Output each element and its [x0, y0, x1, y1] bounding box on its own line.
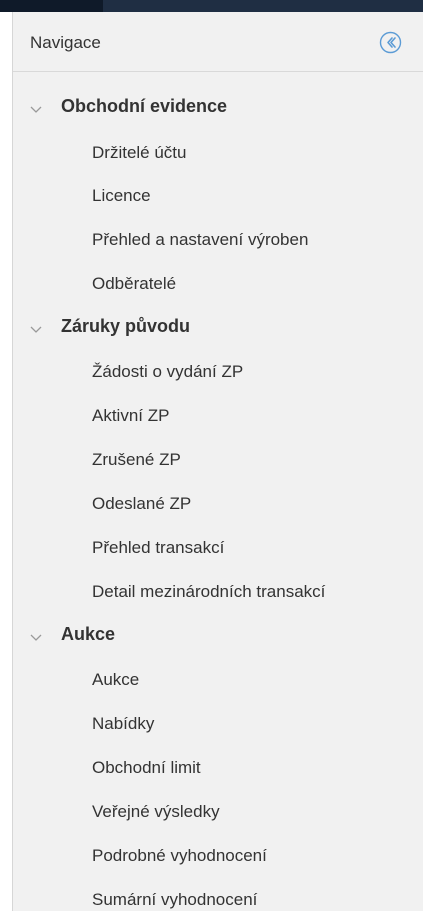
- nav-item-detail-mezinarodnich-transakci[interactable]: Detail mezinárodních transakcí: [92, 582, 325, 602]
- section-zaruky-puvodu[interactable]: Záruky původu: [13, 314, 423, 338]
- nav-item-nabidky[interactable]: Nabídky: [92, 714, 154, 734]
- nav-item-podrobne-vyhodnoceni[interactable]: Podrobné vyhodnocení: [92, 846, 267, 866]
- section-obchodni-evidence[interactable]: Obchodní evidence: [13, 94, 423, 118]
- nav-item-aktivni-zp[interactable]: Aktivní ZP: [92, 406, 169, 426]
- chevron-down-icon: [30, 629, 42, 641]
- chevron-left-circle-icon[interactable]: [379, 31, 402, 54]
- section-label: Záruky původu: [61, 316, 191, 336]
- section-aukce[interactable]: Aukce: [13, 622, 423, 646]
- nav-item-odberatele[interactable]: Odběratelé: [92, 274, 176, 294]
- nav-item-verejne-vysledky[interactable]: Veřejné výsledky: [92, 802, 220, 822]
- nav-item-obchodni-limit[interactable]: Obchodní limit: [92, 758, 201, 778]
- chevron-down-icon: [30, 101, 42, 113]
- section-label: Aukce: [61, 624, 116, 644]
- nav-item-drzitele-uctu[interactable]: Držitelé účtu: [92, 143, 186, 163]
- top-bar: [0, 0, 423, 12]
- navigation-title: Navigace: [30, 33, 101, 52]
- navigation-header: Navigace: [13, 12, 423, 72]
- nav-item-licence[interactable]: Licence: [92, 186, 151, 206]
- section-label: Obchodní evidence: [61, 96, 228, 116]
- nav-item-sumarni-vyhodnoceni[interactable]: Sumární vyhodnocení: [92, 890, 257, 910]
- nav-item-odeslane-zp[interactable]: Odeslané ZP: [92, 494, 191, 514]
- nav-item-zadosti-zp[interactable]: Žádosti o vydání ZP: [92, 362, 243, 382]
- nav-item-prehled-transakci[interactable]: Přehled transakcí: [92, 538, 224, 558]
- navigation-panel: Navigace Obchodní evidence Držitelé účtu…: [12, 12, 423, 911]
- nav-item-aukce[interactable]: Aukce: [92, 670, 139, 690]
- chevron-down-icon: [30, 321, 42, 333]
- nav-item-prehled-vyroben[interactable]: Přehled a nastavení výroben: [92, 230, 308, 250]
- nav-item-zrusene-zp[interactable]: Zrušené ZP: [92, 450, 181, 470]
- top-bar-tab: [0, 0, 103, 12]
